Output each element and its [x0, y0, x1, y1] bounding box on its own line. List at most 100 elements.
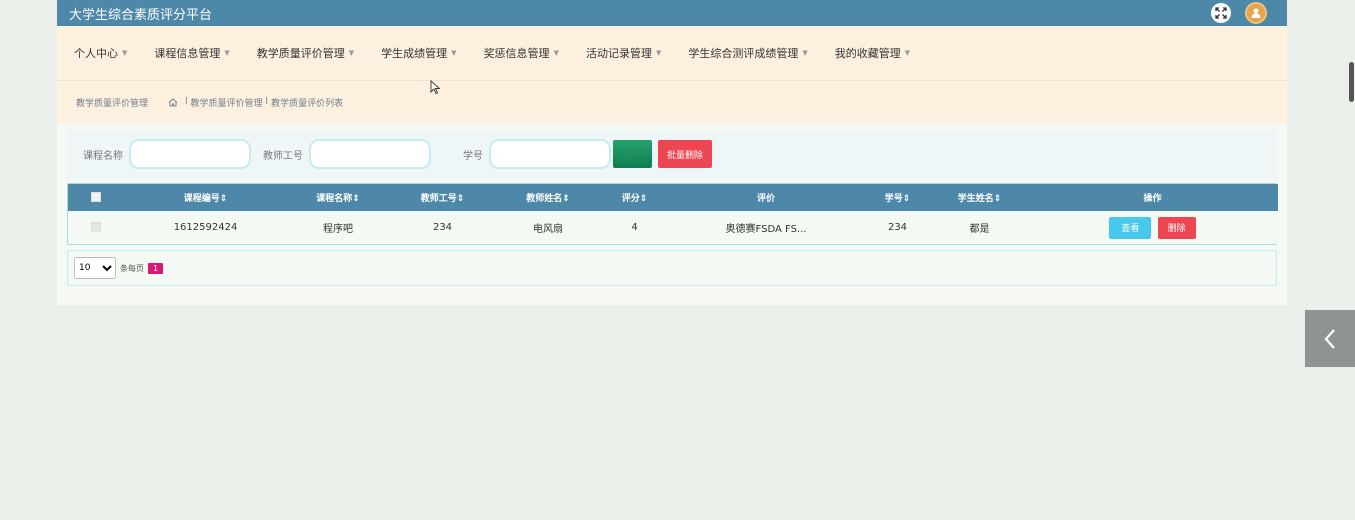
nav-item-activity-records[interactable]: 活动记录管理 ▼ [586, 45, 661, 61]
nav-item-teaching-quality[interactable]: 教学质量评价管理 ▼ [257, 45, 354, 61]
nav-item-label: 教学质量评价管理 [256, 47, 345, 60]
caret-down-icon: ▼ [553, 49, 559, 57]
sort-icon: ⇕ [219, 194, 228, 204]
page-number-current[interactable]: 1 [148, 262, 164, 274]
page-title: 教学质量评价管理 [76, 98, 149, 109]
home-icon[interactable] [168, 97, 178, 107]
delete-button[interactable]: 删除 [1157, 216, 1196, 239]
select-all-cell [68, 184, 124, 211]
course-name-label: 课程名称 [83, 150, 123, 162]
search-panel: 课程名称 教师工号 学号 查询 批量删除 [67, 130, 1277, 178]
cell-score: 4 [631, 222, 638, 233]
select-all-checkbox[interactable] [91, 192, 101, 203]
main-nav: 个人中心 ▼ 课程信息管理 ▼ 教学质量评价管理 ▼ 学生成绩管理 ▼ 奖惩信息管理 ▼ … [57, 26, 1287, 81]
nav-item-label: 奖惩信息管理 [483, 47, 550, 60]
nav-item-personal-center[interactable]: 个人中心 ▼ [74, 45, 127, 61]
column-header: 评价 [669, 184, 863, 211]
sort-icon: ⇕ [993, 194, 1002, 204]
view-button[interactable]: 查看 [1109, 216, 1152, 239]
sort-icon: ⇕ [456, 194, 465, 204]
row-checkbox[interactable] [91, 222, 101, 232]
scrollbar-thumb[interactable] [1349, 62, 1354, 102]
caret-down-icon: ▼ [655, 49, 662, 57]
chevron-left-icon [1324, 328, 1335, 349]
column-header[interactable]: 学生姓名⇕ [932, 184, 1027, 211]
column-label: 课程名称 [316, 194, 353, 204]
nav-item-label: 活动记录管理 [585, 47, 652, 60]
top-bar: 大学生综合素质评分平台 [57, 0, 1287, 26]
fullscreen-icon[interactable] [1211, 3, 1231, 23]
caret-down-icon: ▼ [224, 49, 230, 57]
caret-down-icon: ▼ [904, 49, 911, 57]
nav-item-label: 学生综合测评成绩管理 [688, 47, 799, 60]
teacher-id-label: 教师工号 [263, 150, 303, 162]
cell-student-name: 都是 [969, 224, 990, 235]
data-table: 课程编号⇕ 课程名称⇕ 教师工号⇕ 教师姓名⇕ 评分⇕ 评价 学号⇕ 学生姓名⇕… [67, 183, 1278, 245]
cell-teacher-id: 234 [432, 222, 453, 233]
nav-item-label: 课程信息管理 [154, 47, 221, 60]
caret-down-icon: ▼ [122, 49, 128, 57]
caret-down-icon: ▼ [451, 49, 457, 57]
sort-icon: ⇕ [639, 194, 648, 204]
column-label: 评价 [756, 194, 775, 204]
student-id-label: 学号 [463, 150, 483, 162]
column-label: 学号 [884, 194, 903, 204]
cell-teacher-name: 电风扇 [533, 224, 563, 235]
app-title: 大学生综合素质评分平台 [69, 7, 213, 23]
column-label: 教师姓名 [526, 194, 563, 204]
mouse-cursor-icon [430, 80, 440, 95]
column-header: 操作 [1027, 184, 1278, 211]
breadcrumb-separator: l [265, 97, 269, 107]
side-panel-toggle[interactable] [1305, 310, 1355, 367]
per-page-label: 条每页 [120, 263, 144, 273]
column-label: 学生姓名 [957, 194, 994, 204]
nav-item-rewards-penalties[interactable]: 奖惩信息管理 ▼ [484, 45, 559, 61]
top-icons [1211, 0, 1267, 26]
nav-item-label: 个人中心 [74, 47, 118, 60]
cell-student-id: 234 [887, 222, 908, 233]
column-label: 课程编号 [183, 194, 220, 204]
cell-actions: 查看 删除 [1027, 211, 1278, 244]
pagination: 10 条每页 1 [67, 250, 1277, 286]
user-icon [1251, 8, 1261, 18]
nav-item-student-grades[interactable]: 学生成绩管理 ▼ [381, 45, 456, 61]
table-header-row: 课程编号⇕ 课程名称⇕ 教师工号⇕ 教师姓名⇕ 评分⇕ 评价 学号⇕ 学生姓名⇕… [68, 184, 1278, 211]
sort-icon: ⇕ [902, 194, 911, 204]
course-name-input[interactable] [129, 139, 251, 169]
column-label: 评分 [621, 194, 640, 204]
cell-course-name: 程序吧 [323, 224, 353, 235]
app-container: 大学生综合素质评分平台 个人中心 ▼ 课程信息管理 ▼ 教学质量评价管理 ▼ 学生成绩… [57, 0, 1287, 305]
fullscreen-icon-glyph [1215, 7, 1227, 19]
breadcrumb-item: 教学质量评价列表 [271, 98, 344, 109]
breadcrumb-item[interactable]: 教学质量评价管理 [191, 96, 263, 109]
search-button[interactable]: 查询 [613, 140, 652, 168]
nav-item-course-info[interactable]: 课程信息管理 ▼ [154, 45, 229, 61]
sort-icon: ⇕ [562, 194, 570, 204]
row-select-cell [68, 211, 124, 244]
nav-item-label: 我的收藏管理 [834, 47, 901, 60]
avatar[interactable] [1245, 2, 1267, 24]
column-header[interactable]: 课程编号⇕ [124, 184, 287, 211]
table-row: 1612592424 程序吧 234 电风扇 4 奥德赛FSDA FS... 2… [68, 211, 1278, 244]
column-label: 操作 [1143, 194, 1162, 204]
column-header[interactable]: 课程名称⇕ [287, 184, 389, 211]
column-header[interactable]: 教师姓名⇕ [496, 184, 600, 211]
nav-item-comprehensive-scores[interactable]: 学生综合测评成绩管理 ▼ [688, 45, 807, 61]
nav-item-label: 学生成绩管理 [381, 47, 448, 60]
sort-icon: ⇕ [352, 194, 360, 204]
cell-course-no: 1612592424 [173, 222, 238, 233]
breadcrumb-separator: l [185, 97, 188, 107]
cell-comment: 奥德赛FSDA FS... [725, 224, 807, 235]
column-header[interactable]: 评分⇕ [600, 184, 669, 211]
column-header[interactable]: 学号⇕ [863, 184, 932, 211]
teacher-id-input[interactable] [309, 139, 431, 169]
batch-delete-button[interactable]: 批量删除 [658, 140, 713, 168]
column-header[interactable]: 教师工号⇕ [389, 184, 496, 211]
student-id-input[interactable] [489, 139, 611, 169]
caret-down-icon: ▼ [348, 49, 355, 57]
caret-down-icon: ▼ [802, 49, 808, 57]
page-size-select[interactable]: 10 [74, 257, 116, 279]
nav-item-favorites[interactable]: 我的收藏管理 ▼ [835, 45, 910, 61]
breadcrumb: 教学质量评价管理 l 教学质量评价管理 l 教学质量评价列表 [57, 81, 1287, 123]
column-label: 教师工号 [420, 194, 457, 204]
